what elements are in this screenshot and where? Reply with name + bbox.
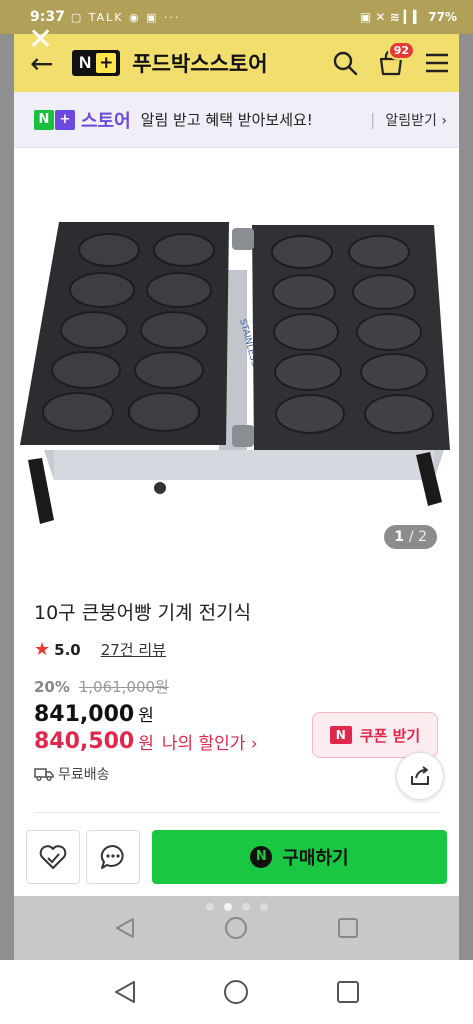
page-dots <box>0 903 473 911</box>
reviews-link[interactable]: 27건 리뷰 <box>101 639 166 660</box>
page-dot <box>259 903 268 911</box>
buy-label: 구매하기 <box>282 848 349 869</box>
coupon-n-icon: N <box>329 726 352 744</box>
logo-plus: + <box>55 109 75 130</box>
wishlist-button[interactable] <box>26 830 80 884</box>
current-page: 1 <box>394 529 405 545</box>
logo-n: N <box>34 109 54 130</box>
chat-icon <box>100 844 124 869</box>
sale-price: 841,000 <box>34 702 135 727</box>
nav-recents-icon[interactable] <box>336 916 360 940</box>
discount-percent: 20% <box>34 678 70 696</box>
truck-icon <box>34 768 54 781</box>
naver-pay-icon: N <box>250 846 273 868</box>
product-title: 10구 큰붕어빵 기계 전기식 <box>34 602 252 624</box>
menu-button[interactable] <box>421 47 453 79</box>
system-home-icon[interactable] <box>222 978 250 1006</box>
cart-count-badge: 92 <box>387 41 415 60</box>
product-image[interactable]: STAINLESS 1 / 2 <box>14 150 459 570</box>
share-button[interactable] <box>396 752 444 800</box>
nav-home-icon[interactable] <box>223 915 249 941</box>
star-icon: ★ <box>34 639 51 660</box>
original-price: 1,061,000원 <box>78 678 169 696</box>
banner-store-word: 스토어 <box>81 110 131 132</box>
banner-message: 알림 받고 혜택 받아보세요! <box>140 111 313 129</box>
system-nav-bar <box>0 960 473 1024</box>
shipping-row: 무료배송 <box>34 764 439 784</box>
naver-plus-small-logo: N + <box>34 109 75 130</box>
store-header: ← N + 푸드박스스토어 92 <box>0 34 473 92</box>
purchase-action-bar: N 구매하기 <box>14 818 459 896</box>
my-price-unit: 원 <box>138 734 154 754</box>
status-icons: ▣ ✕ ≋ ▎▍ <box>359 10 423 24</box>
close-icon[interactable]: ✕ <box>28 22 53 57</box>
cart-button[interactable]: 92 <box>375 41 415 79</box>
status-right: ▣ ✕ ≋ ▎▍ 77% <box>360 10 457 24</box>
coupon-label: 쿠폰 받기 <box>359 726 421 745</box>
store-name[interactable]: 푸드박스스토어 <box>132 48 315 78</box>
logo-plus: + <box>96 53 117 73</box>
my-price: 840,500 <box>34 729 135 754</box>
logo-n: N <box>79 53 92 72</box>
notification-icons: ▢ TALK ◉ ▣ ··· <box>70 10 181 24</box>
image-page-indicator: 1 / 2 <box>384 525 437 549</box>
original-price-row: 20% 1,061,000원 <box>34 676 439 697</box>
system-recents-icon[interactable] <box>335 979 361 1005</box>
status-bar: 9:37 ▢ TALK ◉ ▣ ··· ▣ ✕ ≋ ▎▍ 77% <box>0 0 473 34</box>
my-price-label: 나의 할인가 › <box>161 734 258 754</box>
page-dot-active <box>223 903 232 911</box>
section-divider <box>34 812 439 813</box>
naver-plus-logo[interactable]: N + <box>72 50 121 76</box>
share-icon <box>411 766 429 785</box>
heart-icon <box>39 845 67 869</box>
shipping-text: 무료배송 <box>58 767 110 783</box>
chat-button[interactable] <box>86 830 140 884</box>
dimmed-edge-right <box>459 0 473 960</box>
waffle-machine-image: STAINLESS <box>14 150 459 570</box>
system-back-icon[interactable] <box>112 979 138 1005</box>
battery-level: 77% <box>428 10 457 24</box>
rating-value: 5.0 <box>54 640 81 659</box>
page-dot <box>241 903 250 911</box>
page-dot <box>205 903 214 911</box>
buy-button[interactable]: N 구매하기 <box>152 830 447 884</box>
menu-icon <box>426 53 448 73</box>
notification-banner[interactable]: N + 스토어 알림 받고 혜택 받아보세요! | 알림받기 › <box>14 92 459 148</box>
subscribe-alerts-link[interactable]: 알림받기 › <box>385 110 447 130</box>
search-button[interactable] <box>329 47 361 79</box>
nav-back-icon[interactable] <box>113 916 137 940</box>
sale-price-unit: 원 <box>138 706 154 726</box>
banner-separator: | <box>370 110 376 129</box>
total-pages: / 2 <box>408 529 427 545</box>
search-icon <box>333 51 358 76</box>
rating-row: ★ 5.0 27건 리뷰 <box>34 639 439 660</box>
dimmed-edge-left <box>0 0 14 960</box>
screen: 9:37 ▢ TALK ◉ ▣ ··· ▣ ✕ ≋ ▎▍ 77% ✕ ← N +… <box>0 0 473 1024</box>
